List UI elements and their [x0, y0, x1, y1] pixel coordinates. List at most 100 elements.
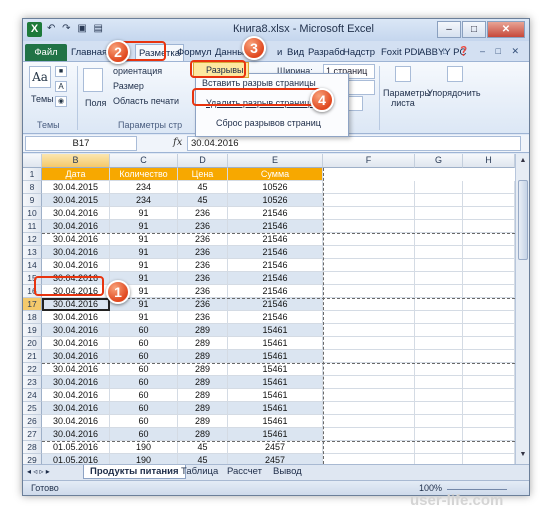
row-header[interactable]: 17: [23, 298, 42, 311]
empty-cell[interactable]: [323, 389, 415, 402]
table-cell[interactable]: 91: [110, 233, 178, 246]
table-header-cell[interactable]: Сумма: [228, 168, 323, 181]
table-cell[interactable]: 21546: [228, 311, 323, 324]
column-header[interactable]: B: [42, 154, 110, 168]
empty-cell[interactable]: [323, 233, 415, 246]
empty-cell[interactable]: [323, 181, 415, 194]
empty-cell[interactable]: [463, 298, 515, 311]
table-cell[interactable]: 15461: [228, 415, 323, 428]
table-cell[interactable]: 45: [178, 194, 228, 207]
table-cell[interactable]: 21546: [228, 246, 323, 259]
table-cell[interactable]: 60: [110, 363, 178, 376]
table-cell[interactable]: 30.04.2016: [42, 311, 110, 324]
table-cell[interactable]: 236: [178, 285, 228, 298]
print-area-button[interactable]: Область печати: [113, 96, 179, 106]
row-header[interactable]: 9: [23, 194, 42, 207]
tab-addins[interactable]: Надстр: [343, 44, 375, 61]
table-cell[interactable]: 289: [178, 324, 228, 337]
empty-cell[interactable]: [323, 363, 415, 376]
formula-input[interactable]: 30.04.2016: [187, 136, 521, 151]
table-cell[interactable]: 30.04.2016: [42, 415, 110, 428]
row-header[interactable]: 22: [23, 363, 42, 376]
empty-cell[interactable]: [415, 363, 463, 376]
table-cell[interactable]: 60: [110, 376, 178, 389]
fonts-icon[interactable]: A: [55, 81, 67, 92]
empty-cell[interactable]: [323, 259, 415, 272]
column-header[interactable]: G: [415, 154, 463, 168]
table-cell[interactable]: 01.05.2016: [42, 454, 110, 464]
table-cell[interactable]: 15461: [228, 350, 323, 363]
empty-cell[interactable]: [463, 207, 515, 220]
row-header[interactable]: 11: [23, 220, 42, 233]
empty-cell[interactable]: [463, 285, 515, 298]
menu-item-reset-breaks[interactable]: Сброс разрывов страниц: [216, 118, 321, 128]
empty-cell[interactable]: [323, 220, 415, 233]
column-header[interactable]: H: [463, 154, 515, 168]
empty-cell[interactable]: [323, 324, 415, 337]
table-cell[interactable]: 2457: [228, 441, 323, 454]
empty-cell[interactable]: [463, 441, 515, 454]
empty-cell[interactable]: [463, 259, 515, 272]
table-cell[interactable]: 45: [178, 181, 228, 194]
empty-cell[interactable]: [323, 454, 415, 464]
table-cell[interactable]: 30.04.2016: [42, 233, 110, 246]
table-cell[interactable]: 21546: [228, 272, 323, 285]
close-button[interactable]: ✕: [487, 21, 525, 38]
table-cell[interactable]: 30.04.2015: [42, 181, 110, 194]
row-header[interactable]: 29: [23, 454, 42, 464]
row-header[interactable]: 18: [23, 311, 42, 324]
quick-access-toolbar[interactable]: ↶ ↷ ▣ ▤: [47, 23, 105, 34]
themes-icon[interactable]: Aa: [29, 66, 51, 88]
table-cell[interactable]: 10526: [228, 194, 323, 207]
table-cell[interactable]: 30.04.2016: [42, 337, 110, 350]
table-cell[interactable]: 15461: [228, 324, 323, 337]
empty-cell[interactable]: [415, 181, 463, 194]
empty-cell[interactable]: [463, 363, 515, 376]
row-header[interactable]: 21: [23, 350, 42, 363]
table-cell[interactable]: 289: [178, 363, 228, 376]
empty-cell[interactable]: [415, 402, 463, 415]
table-cell[interactable]: 30.04.2016: [42, 428, 110, 441]
empty-cell[interactable]: [415, 441, 463, 454]
row-header[interactable]: 27: [23, 428, 42, 441]
menu-item-insert-break[interactable]: Вставить разрыв страницы: [202, 78, 316, 88]
table-cell[interactable]: 289: [178, 428, 228, 441]
table-cell[interactable]: 30.04.2016: [42, 246, 110, 259]
empty-cell[interactable]: [415, 350, 463, 363]
empty-cell[interactable]: [323, 441, 415, 454]
themes-button[interactable]: Темы: [31, 94, 54, 104]
empty-cell[interactable]: [323, 298, 415, 311]
table-cell[interactable]: 60: [110, 428, 178, 441]
tab-view[interactable]: Вид: [287, 44, 304, 61]
empty-cell[interactable]: [415, 272, 463, 285]
table-cell[interactable]: 30.04.2016: [42, 324, 110, 337]
table-cell[interactable]: 234: [110, 194, 178, 207]
empty-cell[interactable]: [415, 311, 463, 324]
table-cell[interactable]: 45: [178, 454, 228, 464]
table-cell[interactable]: 2457: [228, 454, 323, 464]
table-cell[interactable]: 30.04.2016: [42, 220, 110, 233]
empty-cell[interactable]: [415, 259, 463, 272]
table-cell[interactable]: 30.04.2016: [42, 350, 110, 363]
empty-cell[interactable]: [463, 454, 515, 464]
zoom-slider[interactable]: [447, 489, 507, 490]
table-cell[interactable]: 15461: [228, 389, 323, 402]
table-cell[interactable]: 60: [110, 402, 178, 415]
arrange-button[interactable]: Упорядочить: [427, 88, 481, 98]
column-header[interactable]: C: [110, 154, 178, 168]
row-header[interactable]: 8: [23, 181, 42, 194]
table-cell[interactable]: 236: [178, 220, 228, 233]
table-cell[interactable]: 45: [178, 441, 228, 454]
table-cell[interactable]: 91: [110, 246, 178, 259]
table-cell[interactable]: 15461: [228, 363, 323, 376]
empty-cell[interactable]: [463, 272, 515, 285]
row-header[interactable]: 1: [23, 168, 42, 181]
table-cell[interactable]: 289: [178, 337, 228, 350]
table-cell[interactable]: 91: [110, 220, 178, 233]
table-cell[interactable]: 60: [110, 324, 178, 337]
sheet-tab[interactable]: Рассчет: [221, 465, 268, 479]
sheet-tab[interactable]: Таблица: [175, 465, 224, 479]
empty-cell[interactable]: [415, 389, 463, 402]
tab-data[interactable]: Данны: [215, 44, 244, 61]
empty-cell[interactable]: [415, 194, 463, 207]
